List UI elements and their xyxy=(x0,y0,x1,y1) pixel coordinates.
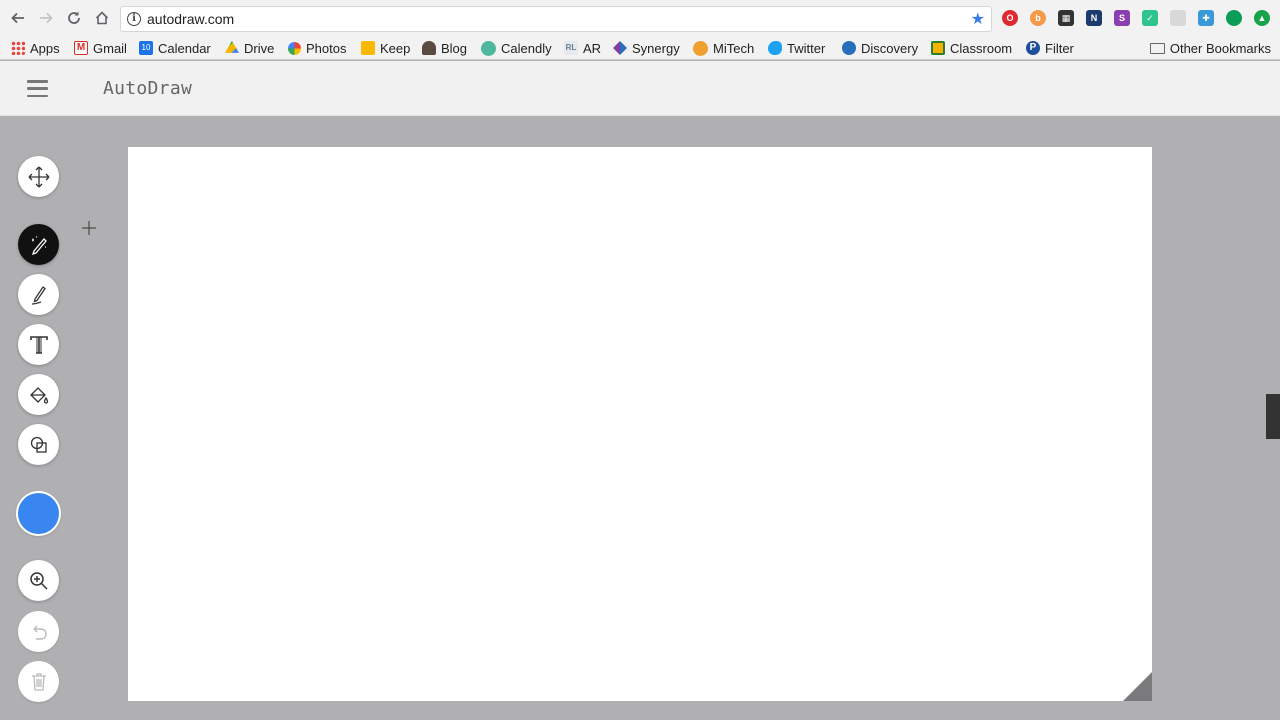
s-extension-icon[interactable]: S xyxy=(1114,10,1130,26)
bookmark-label: Gmail xyxy=(93,40,127,56)
bookmark-label: Synergy xyxy=(632,40,680,56)
calendar-icon: 10 xyxy=(139,41,153,55)
bookmark-photos[interactable]: Photos xyxy=(288,39,346,57)
color-picker-button[interactable] xyxy=(18,493,59,534)
app-header: AutoDraw xyxy=(0,61,1280,116)
bookmark-keep[interactable]: Keep xyxy=(361,39,410,57)
photos-icon xyxy=(288,41,301,55)
twitter-bird-icon xyxy=(768,41,782,55)
scrollbar-thumb[interactable] xyxy=(1266,394,1280,439)
bookmark-filter[interactable]: P Filter xyxy=(1026,39,1074,57)
bookmark-label: Calendar xyxy=(158,40,211,56)
menu-icon[interactable] xyxy=(27,80,48,97)
bookmark-label: MiTech xyxy=(713,40,755,56)
bookmark-discovery[interactable]: Discovery xyxy=(842,39,918,57)
up-arrow-extension-icon[interactable]: ▲ xyxy=(1254,10,1270,26)
rl-icon: RL xyxy=(564,41,578,55)
bookmark-label: Keep xyxy=(380,40,411,56)
bookmark-classroom[interactable]: Classroom xyxy=(931,39,1012,57)
synergy-icon xyxy=(613,41,627,55)
n-extension-icon[interactable]: N xyxy=(1086,10,1102,26)
bookmark-calendar[interactable]: 10 Calendar xyxy=(139,39,211,57)
type-tool-button[interactable] xyxy=(18,324,59,365)
bookmark-mitech[interactable]: MiTech xyxy=(693,39,754,57)
magic-pencil-icon xyxy=(31,235,47,255)
calendly-icon xyxy=(481,40,496,56)
page-extension-icon[interactable] xyxy=(1170,10,1186,26)
trash-icon xyxy=(31,672,46,691)
other-bookmarks-label: Other Bookmarks xyxy=(1169,40,1271,56)
bookmark-label: Classroom xyxy=(950,40,1013,56)
bookmark-blog[interactable]: Blog xyxy=(422,39,467,57)
select-tool-button[interactable] xyxy=(18,156,59,197)
bookmark-label: Blog xyxy=(441,40,468,56)
paint-bucket-icon xyxy=(29,386,48,404)
zoom-in-icon xyxy=(29,571,48,590)
bookmark-gmail[interactable]: M Gmail xyxy=(74,39,127,57)
back-arrow-icon[interactable] xyxy=(7,7,29,29)
bookmarks-bar: Apps M Gmail 10 Calendar Drive Photos Ke… xyxy=(0,36,1280,60)
drive-icon xyxy=(225,41,239,53)
bookmark-label: AR xyxy=(583,40,602,56)
home-icon[interactable] xyxy=(91,7,113,29)
other-bookmarks[interactable]: Other Bookmarks xyxy=(1149,39,1271,57)
undo-icon xyxy=(33,625,47,640)
undo-button[interactable] xyxy=(18,611,59,652)
crosshair-cursor-icon xyxy=(82,221,96,235)
delete-button[interactable] xyxy=(18,661,59,702)
filter-p-icon: P xyxy=(1026,41,1040,55)
bookmark-synergy[interactable]: Synergy xyxy=(613,39,680,57)
check-extension-icon[interactable]: ✓ xyxy=(1142,10,1158,26)
reload-icon[interactable] xyxy=(63,7,85,29)
bookmark-twitter[interactable]: Twitter xyxy=(768,39,825,57)
move-arrows-icon xyxy=(28,166,49,187)
bookmark-label: Drive xyxy=(244,40,275,56)
bookmark-label: Discovery xyxy=(861,40,919,56)
forward-arrow-icon[interactable] xyxy=(35,7,57,29)
mitech-icon xyxy=(693,40,708,56)
folder-icon xyxy=(1149,42,1165,54)
shape-tool-button[interactable] xyxy=(18,424,59,465)
classroom-icon xyxy=(931,41,945,55)
apps-grid-icon xyxy=(11,41,25,55)
bookmark-star-icon[interactable]: ★ xyxy=(971,9,985,29)
url-text[interactable]: autodraw.com xyxy=(147,11,234,27)
text-t-icon xyxy=(29,335,48,354)
bookmark-label: Filter xyxy=(1045,40,1074,56)
pencil-icon xyxy=(31,285,46,305)
bookmark-label: Calendly xyxy=(501,40,552,56)
draw-tool-button[interactable] xyxy=(18,274,59,315)
bookmark-label: Twitter xyxy=(787,40,826,56)
bookmark-apps[interactable]: Apps xyxy=(11,39,60,57)
qr-extension-icon[interactable]: ▦ xyxy=(1058,10,1074,26)
bookmark-ar[interactable]: RL AR xyxy=(564,39,601,57)
blog-avatar-icon xyxy=(422,41,436,55)
autodraw-tool-button[interactable] xyxy=(18,224,59,265)
canvas-resize-handle[interactable] xyxy=(1123,672,1152,701)
chat-extension-icon[interactable] xyxy=(1226,10,1242,26)
browser-toolbar: i autodraw.com ★ O b ▦ N S ✓ ✚ ▲ xyxy=(0,0,1280,36)
fill-tool-button[interactable] xyxy=(18,374,59,415)
bookmark-label: Apps xyxy=(30,40,60,56)
shapes-icon xyxy=(30,436,47,453)
keep-icon xyxy=(361,41,375,55)
opera-extension-icon[interactable]: O xyxy=(1002,10,1018,26)
bookmark-drive[interactable]: Drive xyxy=(225,39,274,57)
gmail-icon: M xyxy=(74,41,88,55)
puzzle-extension-icon[interactable]: ✚ xyxy=(1198,10,1214,26)
bookmark-label: Photos xyxy=(306,40,347,56)
globe-icon xyxy=(842,41,856,55)
app-title: AutoDraw xyxy=(103,78,193,99)
info-icon[interactable]: i xyxy=(127,12,141,26)
b-extension-icon[interactable]: b xyxy=(1030,10,1046,26)
drawing-canvas[interactable] xyxy=(128,147,1152,701)
address-bar[interactable]: i autodraw.com ★ xyxy=(120,6,992,32)
bookmark-calendly[interactable]: Calendly xyxy=(481,39,552,57)
zoom-tool-button[interactable] xyxy=(18,560,59,601)
